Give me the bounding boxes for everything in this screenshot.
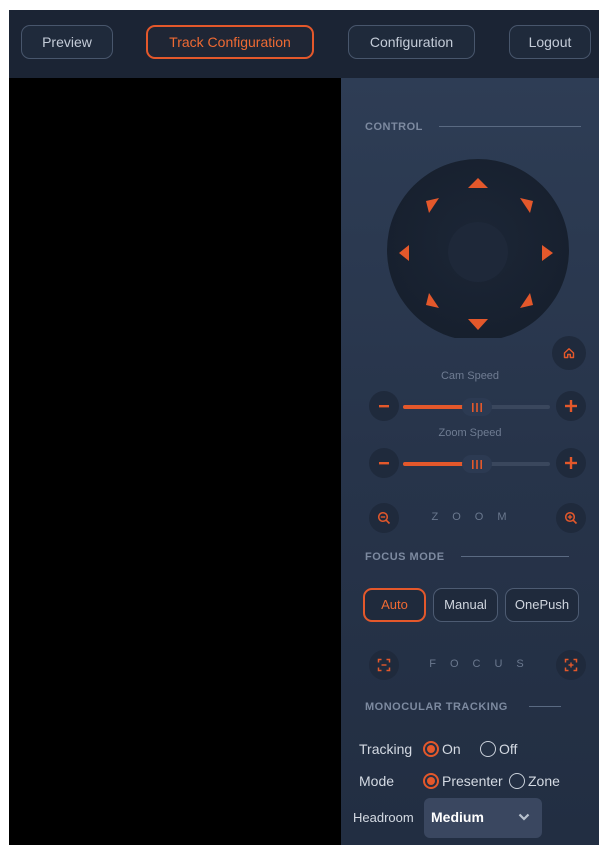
focus-mode-section-title: FOCUS MODE bbox=[365, 551, 445, 563]
cam-speed-label: Cam Speed bbox=[440, 370, 500, 382]
monocular-tracking-section-title: MONOCULAR TRACKING bbox=[365, 701, 508, 713]
joystick-center bbox=[448, 222, 508, 282]
nav-configuration-button[interactable]: Configuration bbox=[348, 25, 475, 59]
zoom-speed-decrease-button[interactable] bbox=[369, 448, 399, 478]
zoom-speed-increase-button[interactable] bbox=[556, 448, 586, 478]
focus-auto-button[interactable]: Auto bbox=[363, 588, 426, 622]
focus-near-button[interactable] bbox=[369, 650, 399, 680]
focus-label: FOCUS bbox=[429, 658, 538, 670]
nav-preview-button[interactable]: Preview bbox=[21, 25, 113, 59]
tracking-on-label: On bbox=[442, 741, 461, 757]
home-icon bbox=[563, 348, 575, 359]
zoom-in-icon bbox=[564, 511, 578, 525]
control-panel: CONTROL Cam Speed Zoom Speed ZOOM FOCUS … bbox=[341, 78, 599, 845]
tracking-off-label: Off bbox=[499, 741, 518, 757]
app-window: Preview Track Configuration Configuratio… bbox=[9, 10, 599, 845]
video-preview bbox=[9, 78, 341, 845]
focus-far-button[interactable] bbox=[556, 650, 586, 680]
nav-track-configuration-button[interactable]: Track Configuration bbox=[146, 25, 314, 59]
mode-zone-label: Zone bbox=[528, 773, 560, 789]
headroom-label: Headroom bbox=[353, 810, 414, 825]
plus-icon bbox=[565, 457, 577, 469]
tracking-off-radio[interactable]: Off bbox=[480, 741, 517, 757]
mode-presenter-label: Presenter bbox=[442, 773, 503, 789]
cam-speed-thumb[interactable] bbox=[461, 398, 492, 416]
grip-icon bbox=[471, 402, 482, 412]
logout-button[interactable]: Logout bbox=[509, 25, 591, 59]
focus-near-icon bbox=[377, 658, 391, 672]
zoom-speed-label: Zoom Speed bbox=[438, 427, 502, 439]
tracking-label: Tracking bbox=[359, 741, 413, 757]
section-divider bbox=[461, 556, 569, 557]
headroom-select[interactable]: Medium bbox=[424, 798, 542, 838]
zoom-speed-thumb[interactable] bbox=[461, 455, 492, 473]
zoom-out-icon bbox=[377, 511, 391, 525]
radio-off-indicator bbox=[480, 741, 496, 757]
zoom-out-button[interactable] bbox=[369, 503, 399, 533]
tracking-on-radio[interactable]: On bbox=[423, 741, 461, 757]
radio-presenter-indicator bbox=[423, 773, 439, 789]
cam-speed-increase-button[interactable] bbox=[556, 391, 586, 421]
radio-on-indicator bbox=[423, 741, 439, 757]
radio-zone-indicator bbox=[509, 773, 525, 789]
mode-label: Mode bbox=[359, 773, 395, 789]
home-position-button[interactable] bbox=[552, 336, 586, 370]
section-divider bbox=[529, 706, 561, 707]
cam-speed-decrease-button[interactable] bbox=[369, 391, 399, 421]
minus-icon bbox=[379, 462, 389, 465]
focus-onepush-button[interactable]: OnePush bbox=[505, 588, 579, 622]
zoom-label: ZOOM bbox=[431, 511, 521, 523]
focus-far-icon bbox=[564, 658, 578, 672]
mode-zone-radio[interactable]: Zone bbox=[509, 773, 560, 789]
ptz-joystick bbox=[387, 159, 569, 338]
zoom-in-button[interactable] bbox=[556, 503, 586, 533]
plus-icon bbox=[565, 400, 577, 412]
headroom-value: Medium bbox=[431, 809, 484, 825]
grip-icon bbox=[471, 459, 482, 469]
minus-icon bbox=[379, 405, 389, 408]
top-navigation: Preview Track Configuration Configuratio… bbox=[9, 10, 599, 78]
focus-manual-button[interactable]: Manual bbox=[433, 588, 498, 622]
chevron-down-icon bbox=[518, 813, 530, 821]
mode-presenter-radio[interactable]: Presenter bbox=[423, 773, 503, 789]
